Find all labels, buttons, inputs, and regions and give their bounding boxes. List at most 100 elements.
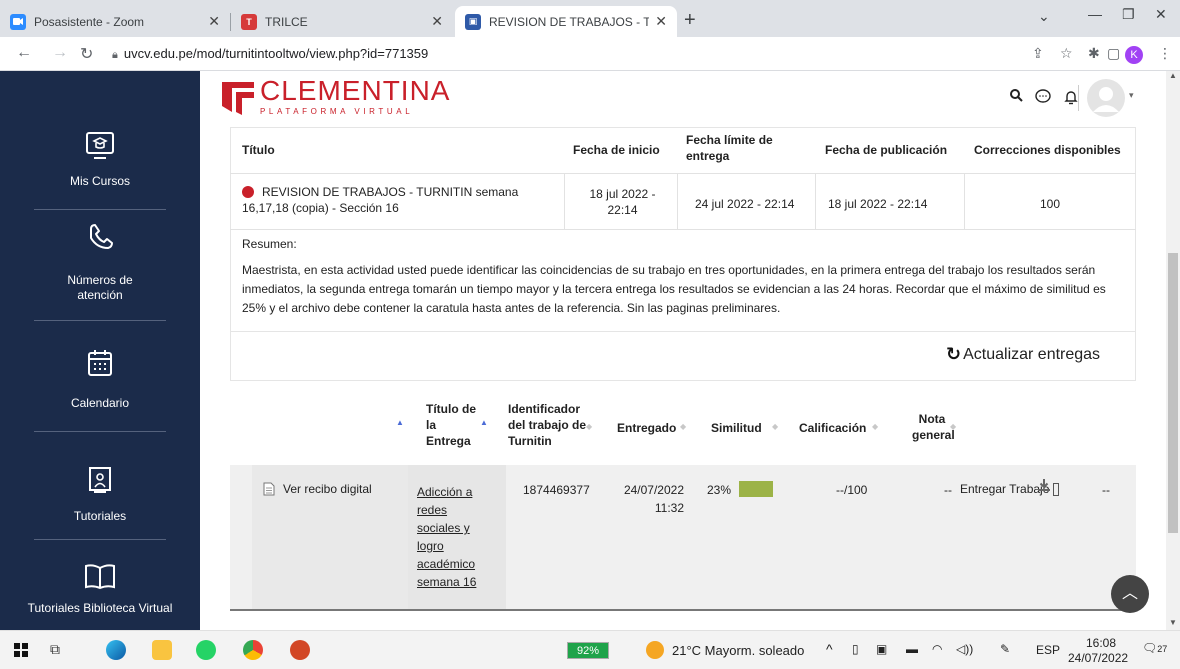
tray-screen-icon[interactable]: ▣ xyxy=(876,642,887,656)
col-header-entregado[interactable]: Entregado xyxy=(617,420,676,436)
edge-icon[interactable] xyxy=(106,640,126,660)
close-tab-icon[interactable]: ✕ xyxy=(208,13,220,30)
back-icon[interactable]: ← xyxy=(16,44,32,62)
more-options[interactable]: -- xyxy=(1102,482,1110,498)
col-header-nota-general[interactable]: Nota general xyxy=(912,411,955,443)
url-text: uvcv.edu.pe/mod/turnitintooltwo/view.php… xyxy=(123,46,429,61)
table-divider xyxy=(677,173,678,229)
battery-indicator[interactable]: 92% xyxy=(567,642,609,659)
site-header: CLEMENTINA PLATAFORMA VIRTUAL ▾ xyxy=(200,71,1166,127)
sidebar-item-biblioteca[interactable]: Tutoriales Biblioteca Virtual xyxy=(0,561,200,616)
similarity-bar[interactable] xyxy=(739,481,773,497)
chrome-icon[interactable] xyxy=(243,640,263,660)
scroll-up-icon[interactable]: ▲ xyxy=(1169,71,1177,80)
table-divider xyxy=(230,173,1136,174)
bookmark-star-icon[interactable]: ☆ xyxy=(1060,45,1073,62)
forward-icon[interactable]: → xyxy=(52,44,68,62)
sort-icon[interactable]: ▲ xyxy=(480,418,488,427)
volume-icon[interactable]: ◁)) xyxy=(956,642,973,656)
sort-icon[interactable]: ◆ xyxy=(772,422,778,431)
weather-text[interactable]: 21°C Mayorm. soleado xyxy=(672,643,804,658)
minimize-icon[interactable]: — xyxy=(1088,6,1102,22)
view-receipt-link[interactable]: Ver recibo digital xyxy=(263,482,372,496)
sidebar-item-mis-cursos[interactable]: Mis Cursos xyxy=(0,131,200,189)
col-header-titulo-entrega[interactable]: Título de la Entrega xyxy=(426,401,481,449)
messages-icon[interactable] xyxy=(1035,89,1051,108)
col-header-calificacion[interactable]: Calificación xyxy=(799,420,866,436)
scrollbar-thumb[interactable] xyxy=(1168,253,1178,533)
table-divider xyxy=(564,173,565,229)
tray-monitor-icon[interactable]: ▬ xyxy=(906,642,918,656)
clementina-logo[interactable]: CLEMENTINA PLATAFORMA VIRTUAL xyxy=(220,77,450,116)
reload-icon[interactable]: ↻ xyxy=(80,44,93,64)
table-divider xyxy=(815,173,816,229)
sort-icon[interactable]: ◆ xyxy=(680,422,686,431)
share-icon[interactable]: ⇪ xyxy=(1032,45,1044,62)
sidebar-item-calendario[interactable]: Calendario xyxy=(0,348,200,411)
col-header-identificador[interactable]: Identificador del trabajo de Turnitin xyxy=(508,401,598,449)
url-field[interactable]: 🔒︎ uvcv.edu.pe/mod/turnitintooltwo/view.p… xyxy=(112,46,428,62)
turnitin-icon: ▣ xyxy=(465,13,481,30)
grade-value[interactable]: --/100 xyxy=(836,482,867,498)
sidebar: Mis Cursos Números de atención Calendari… xyxy=(0,71,200,630)
show-hidden-icons-icon[interactable]: ^ xyxy=(826,641,833,657)
col-header-similitud[interactable]: Similitud xyxy=(711,420,762,436)
tab-zoom[interactable]: Posasistente - Zoom ✕ xyxy=(0,6,230,37)
course-icon xyxy=(86,132,114,159)
file-explorer-icon[interactable] xyxy=(152,640,172,660)
refresh-icon: ↻ xyxy=(946,344,962,364)
scroll-top-button[interactable]: ︿ xyxy=(1111,575,1149,613)
sidebar-item-numeros[interactable]: Números de atención xyxy=(0,221,200,303)
clock-date[interactable]: 24/07/2022 xyxy=(1068,651,1128,665)
col-header-fecha-limite: Fecha límite de entrega xyxy=(686,133,773,163)
profile-avatar[interactable]: K xyxy=(1125,46,1143,64)
phone-icon xyxy=(90,224,113,249)
user-avatar[interactable] xyxy=(1087,79,1125,117)
submission-title-link[interactable]: Adicción a redes sociales y logro académ… xyxy=(417,483,487,591)
close-tab-icon[interactable]: ✕ xyxy=(431,13,443,30)
refresh-label: Actualizar entregas xyxy=(963,345,1101,363)
sidepanel-icon[interactable]: ▢ xyxy=(1107,45,1120,62)
tab-search-icon[interactable]: ⌄ xyxy=(1038,8,1050,25)
powerpoint-icon[interactable] xyxy=(290,640,310,660)
download-icon[interactable] xyxy=(1037,478,1051,497)
menu-icon[interactable]: ⋮ xyxy=(1158,45,1172,62)
col-header-titulo: Título xyxy=(242,143,275,157)
task-view-icon[interactable]: ⧉ xyxy=(50,641,60,658)
table-divider xyxy=(230,229,1136,230)
tab-trilce[interactable]: T TRILCE ✕ xyxy=(231,6,453,37)
scroll-down-icon[interactable]: ▼ xyxy=(1169,618,1177,627)
windows-start-icon[interactable] xyxy=(14,643,28,662)
close-window-icon[interactable]: ✕ xyxy=(1155,6,1167,23)
summary-text: Maestrista, en esta actividad usted pued… xyxy=(242,263,1106,315)
sidebar-divider xyxy=(34,209,166,210)
sidebar-item-tutoriales[interactable]: Tutoriales xyxy=(0,465,200,524)
whatsapp-icon[interactable] xyxy=(196,640,216,660)
sort-icon[interactable]: ◆ xyxy=(872,422,878,431)
calendar-icon xyxy=(88,350,112,376)
sort-icon[interactable]: ▲ xyxy=(396,418,404,427)
user-menu-chevron-icon[interactable]: ▾ xyxy=(1129,90,1134,101)
sort-icon[interactable]: ◆ xyxy=(586,422,592,431)
sort-icon[interactable]: ◆ xyxy=(950,422,956,431)
refresh-submissions-button[interactable]: ↻ Actualizar entregas xyxy=(946,344,1100,365)
notifications-icon[interactable]: 🗨︎27 xyxy=(1142,641,1167,655)
maximize-icon[interactable]: ❐ xyxy=(1122,6,1135,23)
sidebar-divider xyxy=(34,320,166,321)
bell-icon[interactable] xyxy=(1064,89,1078,109)
tab-revision[interactable]: ▣ REVISION DE TRABAJOS - TURNI ✕ xyxy=(455,6,677,37)
similarity-score[interactable]: 23% xyxy=(707,482,731,498)
extensions-icon[interactable]: ✱ xyxy=(1088,45,1100,62)
new-tab-icon[interactable]: + xyxy=(684,9,696,32)
page-scrollbar[interactable]: ▲ ▼ xyxy=(1166,71,1180,630)
pen-icon[interactable]: ✎ xyxy=(1000,642,1010,656)
submitted-time: 11:32 xyxy=(654,501,684,515)
search-icon[interactable] xyxy=(1010,89,1023,106)
table-divider xyxy=(964,173,965,229)
tray-app-icon[interactable]: ▯ xyxy=(852,642,859,656)
wifi-icon[interactable]: ◠ xyxy=(932,642,942,656)
language-indicator[interactable]: ESP xyxy=(1036,643,1060,657)
close-tab-icon[interactable]: ✕ xyxy=(655,13,667,30)
sidebar-item-label: Tutoriales Biblioteca Virtual xyxy=(27,601,173,615)
clock-time[interactable]: 16:08 xyxy=(1086,636,1116,650)
